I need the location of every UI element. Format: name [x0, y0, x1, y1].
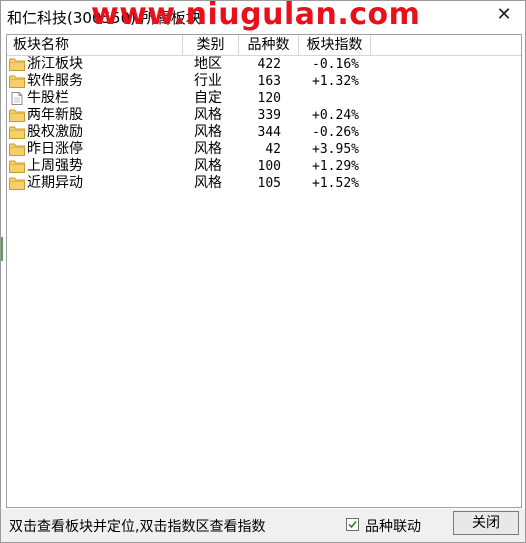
column-header-type[interactable]: 类别	[183, 35, 239, 55]
row-type: 风格	[194, 124, 222, 140]
row-index: +1.29%	[312, 159, 359, 174]
row-index: -0.26%	[312, 125, 359, 140]
list-row[interactable]: 牛股栏 自定 120	[7, 90, 521, 107]
row-index: -0.16%	[312, 57, 359, 72]
row-type: 风格	[194, 141, 222, 157]
column-header-name[interactable]: 板块名称	[7, 35, 183, 55]
row-index: +1.32%	[312, 74, 359, 89]
column-header-index[interactable]: 板块指数	[299, 35, 371, 55]
close-icon[interactable]: ✕	[495, 6, 513, 24]
list-row[interactable]: 浙江板块 地区 422 -0.16%	[7, 56, 521, 73]
row-index: +0.24%	[312, 108, 359, 123]
row-count: 100	[257, 159, 281, 174]
status-hint: 双击查看板块并定位,双击指数区查看指数	[9, 519, 266, 535]
folder-icon	[9, 109, 25, 122]
row-count: 344	[257, 125, 281, 140]
checkbox-label: 品种联动	[365, 519, 421, 535]
row-type: 风格	[194, 158, 222, 174]
folder-icon	[9, 160, 25, 173]
dialog-window: 和仁科技(300550) 所属板块 www.niugulan.com ✕ 板块名…	[0, 0, 526, 543]
document-icon	[9, 92, 25, 105]
row-type: 风格	[194, 107, 222, 123]
status-bar: 双击查看板块并定位,双击指数区查看指数 品种联动 关闭	[1, 509, 525, 542]
row-name: 两年新股	[27, 107, 83, 123]
list-row[interactable]: 软件服务 行业 163 +1.32%	[7, 73, 521, 90]
column-header-count[interactable]: 品种数	[239, 35, 299, 55]
folder-icon	[9, 58, 25, 71]
row-name: 软件服务	[27, 73, 83, 89]
folder-icon	[9, 126, 25, 139]
list-row[interactable]: 昨日涨停 风格 42 +3.95%	[7, 141, 521, 158]
window-title: 和仁科技(300550) 所属板块	[7, 9, 201, 27]
list-rows: 浙江板块 地区 422 -0.16% 软件服务 行业 163 +1.32% 牛股栏 自定 120 两年…	[7, 56, 521, 192]
checkbox-box[interactable]	[346, 518, 359, 531]
checkmark-icon	[348, 520, 357, 529]
list-row[interactable]: 股权激励 风格 344 -0.26%	[7, 124, 521, 141]
row-count: 42	[265, 142, 281, 157]
row-name: 昨日涨停	[27, 141, 83, 157]
row-index: +1.52%	[312, 176, 359, 191]
list-row[interactable]: 上周强势 风格 100 +1.29%	[7, 158, 521, 175]
row-type: 地区	[194, 56, 222, 72]
sector-list[interactable]: 板块名称 类别 品种数 板块指数 浙江板块 地区 422 -0.16% 软件服务 行业 16…	[6, 34, 522, 508]
row-name: 股权激励	[27, 124, 83, 140]
close-button[interactable]: 关闭	[453, 511, 519, 535]
folder-icon	[9, 177, 25, 190]
row-name: 牛股栏	[27, 90, 69, 106]
row-name: 浙江板块	[27, 56, 83, 72]
list-row[interactable]: 近期异动 风格 105 +1.52%	[7, 175, 521, 192]
list-row[interactable]: 两年新股 风格 339 +0.24%	[7, 107, 521, 124]
row-name: 上周强势	[27, 158, 83, 174]
row-count: 422	[257, 57, 281, 72]
edge-marker	[1, 237, 3, 261]
title-bar[interactable]: 和仁科技(300550) 所属板块 www.niugulan.com ✕	[1, 0, 525, 33]
row-count: 163	[257, 74, 281, 89]
row-count: 120	[257, 91, 281, 106]
row-name: 近期异动	[27, 175, 83, 191]
folder-icon	[9, 75, 25, 88]
row-type: 自定	[194, 90, 222, 106]
row-type: 行业	[194, 73, 222, 89]
row-index	[299, 90, 359, 107]
row-count: 105	[257, 176, 281, 191]
row-index: +3.95%	[312, 142, 359, 157]
folder-icon	[9, 143, 25, 156]
row-type: 风格	[194, 175, 222, 191]
row-count: 339	[257, 108, 281, 123]
list-header: 板块名称 类别 品种数 板块指数	[7, 35, 521, 56]
